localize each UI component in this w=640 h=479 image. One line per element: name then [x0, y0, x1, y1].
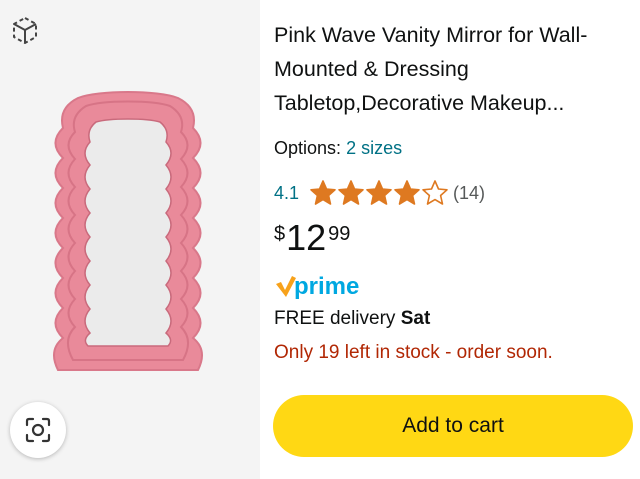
rating-value: 4.1: [274, 182, 300, 203]
price-whole: 12: [286, 217, 327, 258]
add-to-cart-button[interactable]: Add to cart: [273, 395, 633, 457]
star-icon: [338, 180, 364, 205]
delivery-prefix: FREE delivery: [274, 308, 396, 329]
product-image-panel[interactable]: [0, 0, 260, 479]
visual-search-button[interactable]: [10, 402, 66, 458]
product-image[interactable]: [38, 88, 218, 380]
price-fraction: 99: [328, 223, 351, 245]
star-icon: [422, 180, 448, 205]
product-title[interactable]: Pink Wave Vanity Mirror for Wall-Mounted…: [274, 18, 624, 120]
review-count[interactable]: (14): [453, 183, 485, 204]
delivery-day: Sat: [400, 308, 431, 329]
rating-row[interactable]: 4.1 (14): [274, 178, 485, 208]
product-card[interactable]: Pink Wave Vanity Mirror for Wall-Mounted…: [0, 0, 640, 479]
camera-lens-icon: [25, 417, 51, 443]
ar-cube-icon[interactable]: [8, 14, 42, 48]
delivery-info: FREE delivery Sat: [274, 308, 430, 330]
stock-notice: Only 19 left in stock - order soon.: [274, 342, 553, 363]
star-icon: [394, 180, 420, 205]
options-row[interactable]: Options: 2 sizes: [274, 138, 402, 159]
price-symbol: $: [274, 223, 286, 245]
star-rating[interactable]: [309, 179, 449, 207]
prime-badge: prime: [276, 273, 359, 300]
price: $ 12 99: [274, 218, 350, 262]
prime-label: prime: [294, 273, 359, 300]
star-icon: [366, 180, 392, 205]
options-label: Options:: [274, 138, 342, 158]
star-icon: [310, 180, 336, 205]
options-link[interactable]: 2 sizes: [346, 138, 402, 158]
